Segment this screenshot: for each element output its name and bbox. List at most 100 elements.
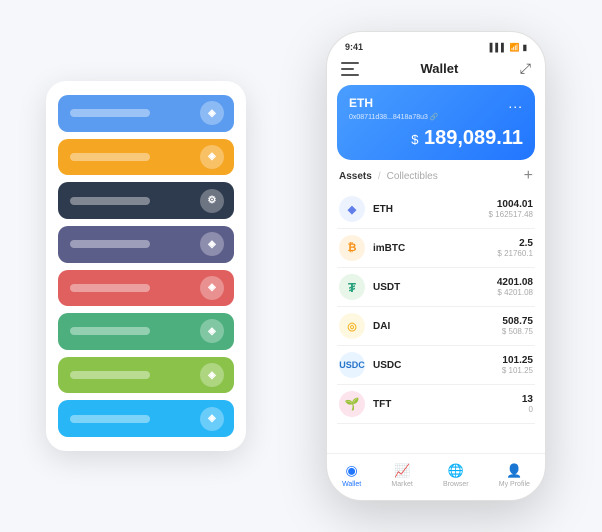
asset-row-imbtc[interactable]: ₿ imBTC 2.5 $ 21760.1 [337, 229, 535, 268]
strip-blue[interactable]: ◈ [58, 95, 234, 132]
phone-header: Wallet ⤢ [327, 56, 545, 85]
eth-card-menu[interactable]: ... [508, 95, 523, 111]
back-panel: ◈ ◈ ⚙ ◈ ◈ ◈ ◈ ◈ [46, 81, 246, 451]
tft-usd: 0 [522, 405, 533, 414]
strip-icon-purple: ◈ [200, 232, 224, 256]
strip-icon-blue2: ◈ [200, 407, 224, 431]
asset-row-dai[interactable]: ◎ DAI 508.75 $ 508.75 [337, 307, 535, 346]
usdt-name: USDT [373, 282, 497, 293]
dai-usd: $ 508.75 [502, 327, 533, 336]
eth-dollar-sign: $ [411, 132, 418, 147]
asset-list: ◆ ETH 1004.01 $ 162517.48 ₿ imBTC 2.5 $ … [327, 190, 545, 453]
strip-red[interactable]: ◈ [58, 270, 234, 307]
asset-row-usdc[interactable]: USDC USDC 101.25 $ 101.25 [337, 346, 535, 385]
usdt-icon: ₮ [339, 274, 365, 300]
page-title: Wallet [359, 61, 520, 76]
profile-nav-label: My Profile [499, 481, 530, 488]
nav-profile[interactable]: 👤 My Profile [499, 463, 530, 488]
usdc-values: 101.25 $ 101.25 [502, 355, 533, 375]
tft-values: 13 0 [522, 394, 533, 414]
browser-nav-label: Browser [443, 481, 469, 488]
menu-icon[interactable] [341, 62, 359, 76]
eth-icon: ◆ [339, 196, 365, 222]
usdc-name: USDC [373, 360, 502, 371]
asset-row-tft[interactable]: 🌱 TFT 13 0 [337, 385, 535, 424]
tab-divider: / [378, 171, 381, 182]
usdt-usd: $ 4201.08 [497, 288, 533, 297]
imbtc-values: 2.5 $ 21760.1 [497, 238, 533, 258]
strip-green[interactable]: ◈ [58, 313, 234, 350]
imbtc-amount: 2.5 [497, 238, 533, 249]
usdc-icon: USDC [339, 352, 365, 378]
dai-icon: ◎ [339, 313, 365, 339]
strip-label-green [70, 327, 150, 335]
tab-collectibles[interactable]: Collectibles [387, 171, 438, 182]
wifi-icon: 📶 [510, 43, 520, 52]
signal-icon: ▌▌▌ [490, 43, 507, 52]
tft-icon: 🌱 [339, 391, 365, 417]
strip-icon-red: ◈ [200, 276, 224, 300]
status-icons: ▌▌▌ 📶 ▮ [490, 43, 527, 52]
strip-label-purple [70, 240, 150, 248]
eth-values: 1004.01 $ 162517.48 [489, 199, 534, 219]
usdc-amount: 101.25 [502, 355, 533, 366]
wallet-nav-icon: ◉ [346, 462, 358, 479]
market-nav-label: Market [391, 481, 412, 488]
strip-icon-dark: ⚙ [200, 189, 224, 213]
usdt-amount: 4201.08 [497, 277, 533, 288]
expand-icon[interactable]: ⤢ [520, 60, 531, 77]
strip-label-blue [70, 109, 150, 117]
strip-lightgreen[interactable]: ◈ [58, 357, 234, 394]
dai-name: DAI [373, 321, 502, 332]
wallet-nav-label: Wallet [342, 481, 361, 488]
eth-amount: 1004.01 [489, 199, 534, 210]
strip-icon-lightgreen: ◈ [200, 363, 224, 387]
eth-balance-value: 189,089.11 [424, 127, 523, 149]
strip-label-blue2 [70, 415, 150, 423]
imbtc-icon: ₿ [339, 235, 365, 261]
strip-label-orange [70, 153, 150, 161]
strip-label-red [70, 284, 150, 292]
strip-label-dark [70, 197, 150, 205]
imbtc-name: imBTC [373, 243, 497, 254]
battery-icon: ▮ [523, 43, 527, 52]
eth-card-label: ETH [349, 96, 373, 110]
dai-values: 508.75 $ 508.75 [502, 316, 533, 336]
browser-nav-icon: 🌐 [448, 463, 464, 479]
nav-wallet[interactable]: ◉ Wallet [342, 462, 361, 488]
tab-assets[interactable]: Assets [339, 171, 372, 182]
strip-blue2[interactable]: ◈ [58, 400, 234, 437]
market-nav-icon: 📈 [394, 463, 410, 479]
add-asset-button[interactable]: + [524, 168, 533, 184]
dai-amount: 508.75 [502, 316, 533, 327]
assets-tabs: Assets / Collectibles [339, 171, 438, 182]
eth-card[interactable]: ETH ... 0x08711d38...8418a78u3 🔗 $ 189,0… [337, 85, 535, 160]
tft-name: TFT [373, 399, 522, 410]
eth-name: ETH [373, 204, 489, 215]
nav-market[interactable]: 📈 Market [391, 463, 412, 488]
asset-row-usdt[interactable]: ₮ USDT 4201.08 $ 4201.08 [337, 268, 535, 307]
usdt-values: 4201.08 $ 4201.08 [497, 277, 533, 297]
strip-icon-green: ◈ [200, 319, 224, 343]
eth-balance: $ 189,089.11 [349, 127, 523, 150]
strip-icon-blue: ◈ [200, 101, 224, 125]
scene: ◈ ◈ ⚙ ◈ ◈ ◈ ◈ ◈ 9:41 [26, 16, 576, 516]
status-time: 9:41 [345, 42, 363, 52]
assets-header: Assets / Collectibles + [327, 168, 545, 190]
usdc-usd: $ 101.25 [502, 366, 533, 375]
bottom-nav: ◉ Wallet 📈 Market 🌐 Browser 👤 My Profile [327, 453, 545, 500]
strip-label-lightgreen [70, 371, 150, 379]
tft-amount: 13 [522, 394, 533, 405]
imbtc-usd: $ 21760.1 [497, 249, 533, 258]
strip-purple[interactable]: ◈ [58, 226, 234, 263]
eth-usd: $ 162517.48 [489, 210, 534, 219]
eth-address: 0x08711d38...8418a78u3 🔗 [349, 113, 523, 121]
nav-browser[interactable]: 🌐 Browser [443, 463, 469, 488]
phone: 9:41 ▌▌▌ 📶 ▮ Wallet ⤢ ETH ... 0x08711d38 [326, 31, 546, 501]
strip-orange[interactable]: ◈ [58, 139, 234, 176]
status-bar: 9:41 ▌▌▌ 📶 ▮ [327, 32, 545, 56]
strip-dark[interactable]: ⚙ [58, 182, 234, 219]
profile-nav-icon: 👤 [506, 463, 522, 479]
strip-icon-orange: ◈ [200, 145, 224, 169]
asset-row-eth[interactable]: ◆ ETH 1004.01 $ 162517.48 [337, 190, 535, 229]
